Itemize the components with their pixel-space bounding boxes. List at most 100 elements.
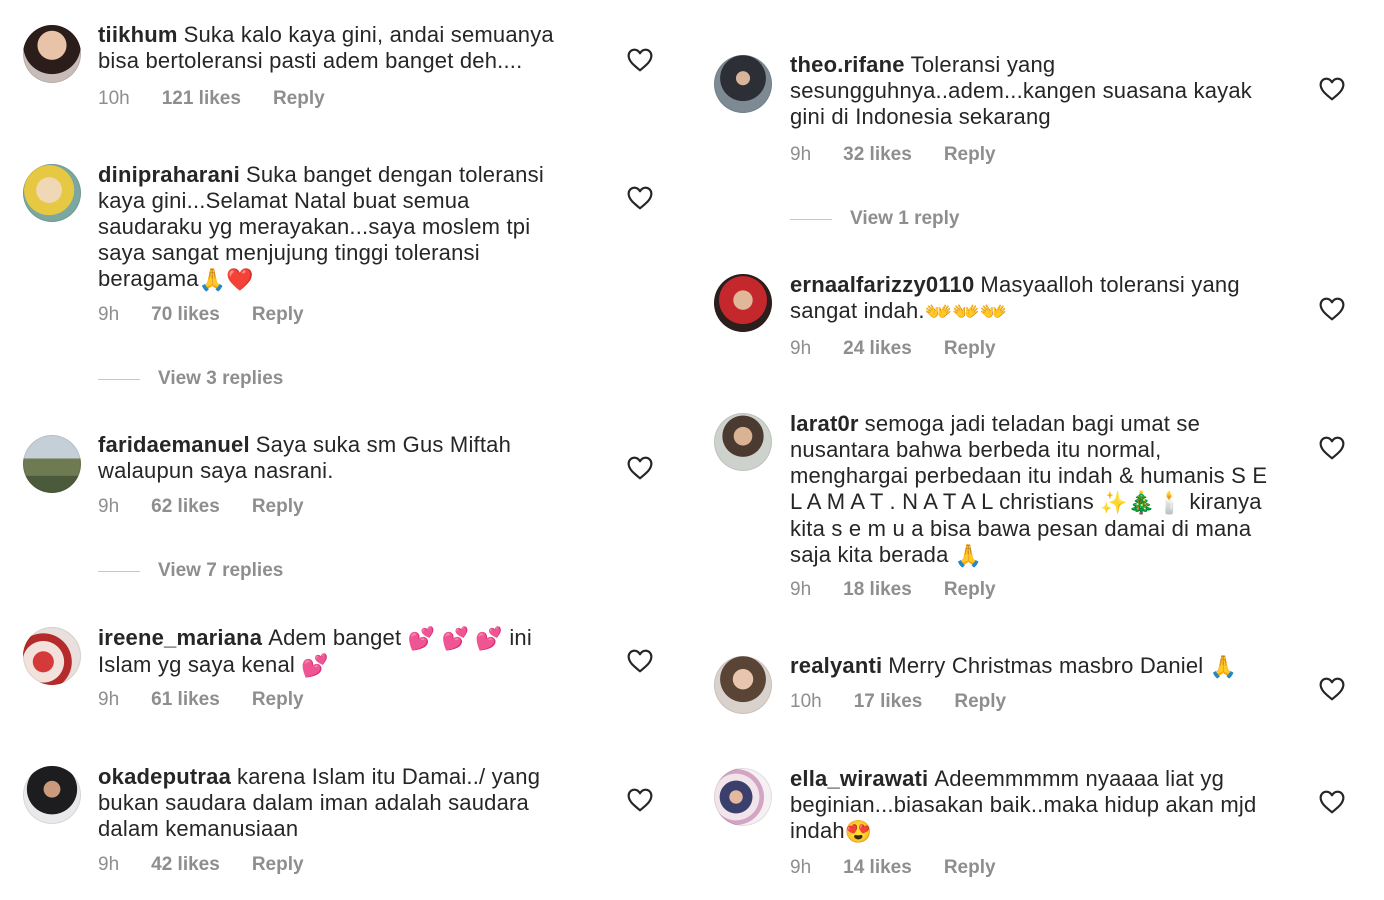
- view-replies-button[interactable]: View 7 replies: [98, 560, 283, 582]
- timestamp: 9h: [790, 338, 812, 359]
- likes-count[interactable]: 42 likes: [151, 854, 220, 876]
- reply-button[interactable]: Reply: [252, 304, 304, 326]
- divider-line: [790, 218, 832, 220]
- view-replies-button[interactable]: View 1 reply: [790, 208, 960, 230]
- heart-outline-icon[interactable]: [627, 788, 653, 812]
- heart-outline-icon[interactable]: [627, 649, 653, 673]
- reply-button[interactable]: Reply: [944, 144, 996, 166]
- heart-outline-icon[interactable]: [1319, 77, 1345, 101]
- emoji: 💕: [301, 653, 329, 679]
- comment-meta: 9h 70 likes Reply: [98, 304, 304, 326]
- heart-outline-icon[interactable]: [627, 48, 653, 72]
- avatar[interactable]: [714, 656, 772, 714]
- emoji: 🙏: [1209, 654, 1238, 680]
- comment-text: dinipraharani Suka banget dengan tolerans…: [98, 162, 578, 293]
- username[interactable]: ella_wirawati: [790, 766, 928, 791]
- likes-count[interactable]: 24 likes: [843, 338, 912, 360]
- comment-meta: 9h 62 likes Reply: [98, 496, 304, 518]
- likes-count[interactable]: 32 likes: [843, 144, 912, 166]
- heart-outline-icon[interactable]: [627, 456, 653, 480]
- avatar[interactable]: [23, 627, 81, 685]
- username[interactable]: ireene_mariana: [98, 625, 262, 650]
- comment-item: realyanti Merry Christmas masbro Daniel 🙏…: [692, 653, 1384, 733]
- comment-text: okadeputraa karena Islam itu Damai../ yan…: [98, 764, 578, 842]
- right-comments-column: theo.rifane Toleransi yang sesungguhnya..…: [692, 0, 1384, 900]
- avatar[interactable]: [714, 55, 772, 113]
- comment-item: dinipraharani Suka banget dengan tolerans…: [0, 160, 692, 400]
- emoji: 👐👐👐: [924, 299, 1008, 325]
- username[interactable]: okadeputraa: [98, 764, 231, 789]
- comment-meta: 9h 61 likes Reply: [98, 689, 304, 711]
- avatar[interactable]: [714, 768, 772, 826]
- likes-count[interactable]: 70 likes: [151, 304, 220, 326]
- comment-item: ireene_mariana Adem banget 💕 💕 💕 ini Isla…: [0, 625, 692, 725]
- username[interactable]: realyanti: [790, 653, 882, 678]
- reply-button[interactable]: Reply: [944, 579, 996, 601]
- emoji: 😍: [844, 819, 873, 845]
- timestamp: 9h: [98, 496, 120, 517]
- comment-meta: 9h 32 likes Reply: [790, 144, 996, 166]
- likes-count[interactable]: 121 likes: [162, 88, 241, 110]
- view-replies-button[interactable]: View 3 replies: [98, 368, 283, 390]
- reply-button[interactable]: Reply: [944, 857, 996, 879]
- timestamp: 9h: [790, 144, 812, 165]
- comment-meta: 9h 18 likes Reply: [790, 579, 996, 601]
- reply-button[interactable]: Reply: [273, 88, 325, 110]
- comment-item: okadeputraa karena Islam itu Damai../ yan…: [0, 764, 692, 894]
- reply-button[interactable]: Reply: [252, 496, 304, 518]
- avatar[interactable]: [714, 413, 772, 471]
- comment-text: faridaemanuel Saya suka sm Gus Miftah wal…: [98, 432, 578, 484]
- username[interactable]: larat0r: [790, 411, 859, 436]
- timestamp: 9h: [790, 857, 812, 878]
- likes-count[interactable]: 14 likes: [843, 857, 912, 879]
- divider-line: [98, 570, 140, 572]
- username[interactable]: tiikhum: [98, 22, 178, 47]
- view-replies-label[interactable]: View 3 replies: [158, 368, 283, 390]
- heart-outline-icon[interactable]: [1319, 790, 1345, 814]
- left-comments-column: tiikhum Suka kalo kaya gini, andai semuan…: [0, 0, 692, 900]
- comment-meta: 10h 17 likes Reply: [790, 691, 1006, 713]
- timestamp: 10h: [98, 88, 130, 109]
- likes-count[interactable]: 61 likes: [151, 689, 220, 711]
- emoji: 🙏: [954, 543, 983, 569]
- avatar[interactable]: [23, 435, 81, 493]
- username[interactable]: faridaemanuel: [98, 432, 250, 457]
- comment-text: theo.rifane Toleransi yang sesungguhnya..…: [790, 52, 1290, 130]
- comment-body: Merry Christmas masbro Daniel: [888, 653, 1204, 678]
- comment-text: ella_wirawati Adeemmmmm nyaaaa liat yg be…: [790, 766, 1290, 845]
- reply-button[interactable]: Reply: [954, 691, 1006, 713]
- likes-count[interactable]: 17 likes: [854, 691, 923, 713]
- reply-button[interactable]: Reply: [252, 854, 304, 876]
- avatar[interactable]: [23, 25, 81, 83]
- comment-meta: 9h 24 likes Reply: [790, 338, 996, 360]
- comment-body: Adem banget: [268, 625, 402, 650]
- divider-line: [98, 378, 140, 380]
- avatar[interactable]: [23, 164, 81, 222]
- comment-text: realyanti Merry Christmas masbro Daniel 🙏: [790, 653, 1310, 680]
- comment-item: larat0r semoga jadi teladan bagi umat se …: [692, 411, 1384, 611]
- heart-outline-icon[interactable]: [1319, 297, 1345, 321]
- comment-meta: 9h 14 likes Reply: [790, 857, 996, 879]
- emoji: ✨🎄🕯️: [1100, 490, 1184, 516]
- username[interactable]: dinipraharani: [98, 162, 240, 187]
- heart-outline-icon[interactable]: [1319, 677, 1345, 701]
- comment-item: tiikhum Suka kalo kaya gini, andai semuan…: [0, 22, 692, 132]
- heart-outline-icon[interactable]: [1319, 436, 1345, 460]
- heart-outline-icon[interactable]: [627, 186, 653, 210]
- likes-count[interactable]: 18 likes: [843, 579, 912, 601]
- reply-button[interactable]: Reply: [252, 689, 304, 711]
- view-replies-label[interactable]: View 1 reply: [850, 208, 960, 230]
- emoji: 💕 💕 💕: [407, 626, 504, 652]
- avatar[interactable]: [714, 274, 772, 332]
- reply-button[interactable]: Reply: [944, 338, 996, 360]
- likes-count[interactable]: 62 likes: [151, 496, 220, 518]
- comment-text: tiikhum Suka kalo kaya gini, andai semuan…: [98, 22, 578, 74]
- username[interactable]: theo.rifane: [790, 52, 905, 77]
- comment-meta: 9h 42 likes Reply: [98, 854, 304, 876]
- timestamp: 9h: [98, 854, 120, 875]
- avatar[interactable]: [23, 766, 81, 824]
- timestamp: 9h: [790, 579, 812, 600]
- timestamp: 9h: [98, 304, 120, 325]
- view-replies-label[interactable]: View 7 replies: [158, 560, 283, 582]
- username[interactable]: ernaalfarizzy0110: [790, 272, 974, 297]
